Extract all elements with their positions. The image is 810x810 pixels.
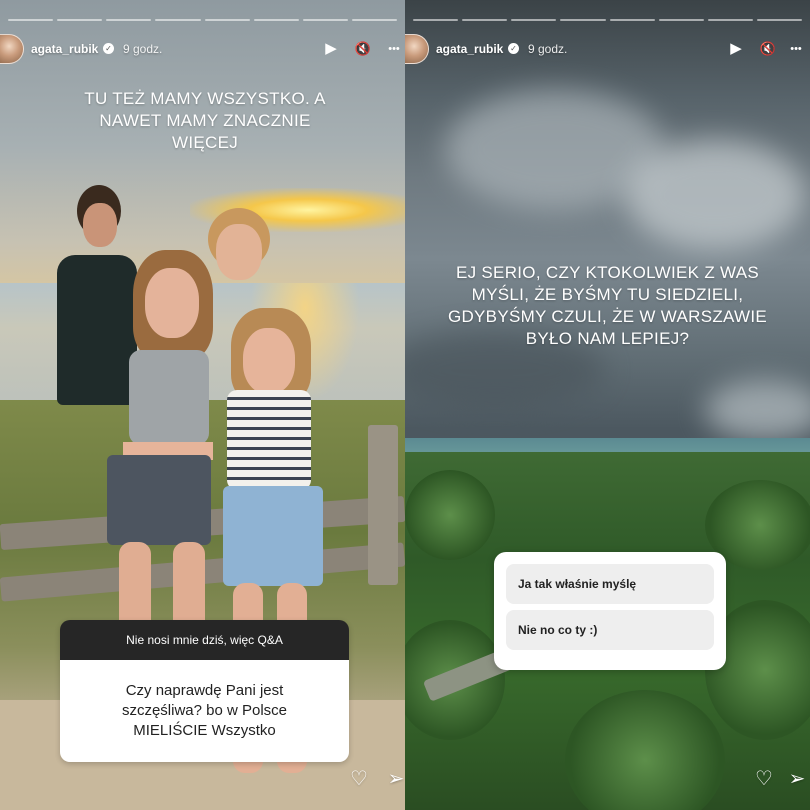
story-caption: EJ SERIO, CZY KTOKOLWIEK Z WAS MYŚLI, ŻE… [447, 263, 768, 348]
progress-segment [707, 19, 753, 21]
qa-question-box: Czy naprawdę Pani jest szczęśliwa? bo w … [60, 660, 349, 762]
cloud [625, 140, 805, 250]
progress-segment [756, 19, 802, 21]
verified-icon: ✓ [508, 43, 519, 54]
username[interactable]: agata_rubik [436, 42, 503, 56]
story-left[interactable]: agata_rubik ✓ 9 godz. ▶ 🔇 ••• TU TEŻ MAM… [0, 0, 405, 810]
more-icon[interactable]: ••• [786, 39, 806, 59]
poll-sticker[interactable]: Ja tak właśnie myślę Nie no co ty :) [494, 552, 726, 670]
username[interactable]: agata_rubik [31, 42, 98, 56]
progress-segment [351, 19, 397, 21]
avatar[interactable] [0, 34, 24, 64]
progress-segment [462, 19, 508, 21]
story-header: agata_rubik ✓ 9 godz. ▶ 🔇 ••• [405, 34, 810, 64]
story-right[interactable]: agata_rubik ✓ 9 godz. ▶ 🔇 ••• EJ SERIO, … [405, 0, 810, 810]
play-icon[interactable]: ▶ [321, 39, 341, 59]
progress-segment [302, 19, 348, 21]
send-icon[interactable]: ➢ [383, 766, 405, 792]
palm-tree [405, 470, 495, 560]
poll-option-1[interactable]: Ja tak właśnie myślę [506, 564, 714, 604]
story-header: agata_rubik ✓ 9 godz. ▶ 🔇 ••• [0, 34, 405, 64]
progress-segment [658, 19, 704, 21]
qa-question: Czy naprawdę Pani jest szczęśliwa? bo w … [121, 682, 288, 739]
progress-segment [253, 19, 299, 21]
qa-sticker[interactable]: Nie nosi mnie dziś, więc Q&A Czy naprawd… [60, 620, 349, 762]
story-caption: TU TEŻ MAMY WSZYSTKO. A NAWET MAMY ZNACZ… [84, 89, 326, 152]
progress-segment [511, 19, 557, 21]
story-progress-bar [413, 19, 802, 21]
poll-option-2[interactable]: Nie no co ty :) [506, 610, 714, 650]
mute-icon[interactable]: 🔇 [758, 39, 778, 59]
progress-segment [609, 19, 655, 21]
progress-segment [413, 19, 459, 21]
post-time: 9 godz. [528, 42, 568, 56]
progress-segment [8, 19, 54, 21]
progress-segment [155, 19, 201, 21]
progress-segment [560, 19, 606, 21]
fence-post [368, 425, 398, 585]
heart-icon[interactable]: ♡ [751, 766, 777, 792]
qa-header: Nie nosi mnie dziś, więc Q&A [60, 620, 349, 660]
more-icon[interactable]: ••• [384, 39, 404, 59]
play-icon[interactable]: ▶ [726, 39, 746, 59]
mute-icon[interactable]: 🔇 [353, 39, 373, 59]
post-time: 9 godz. [123, 42, 163, 56]
send-icon[interactable]: ➢ [784, 766, 810, 792]
progress-segment [106, 19, 152, 21]
avatar[interactable] [405, 34, 429, 64]
heart-icon[interactable]: ♡ [346, 766, 372, 792]
progress-segment [57, 19, 103, 21]
verified-icon: ✓ [103, 43, 114, 54]
story-progress-bar [8, 19, 397, 21]
progress-segment [204, 19, 250, 21]
